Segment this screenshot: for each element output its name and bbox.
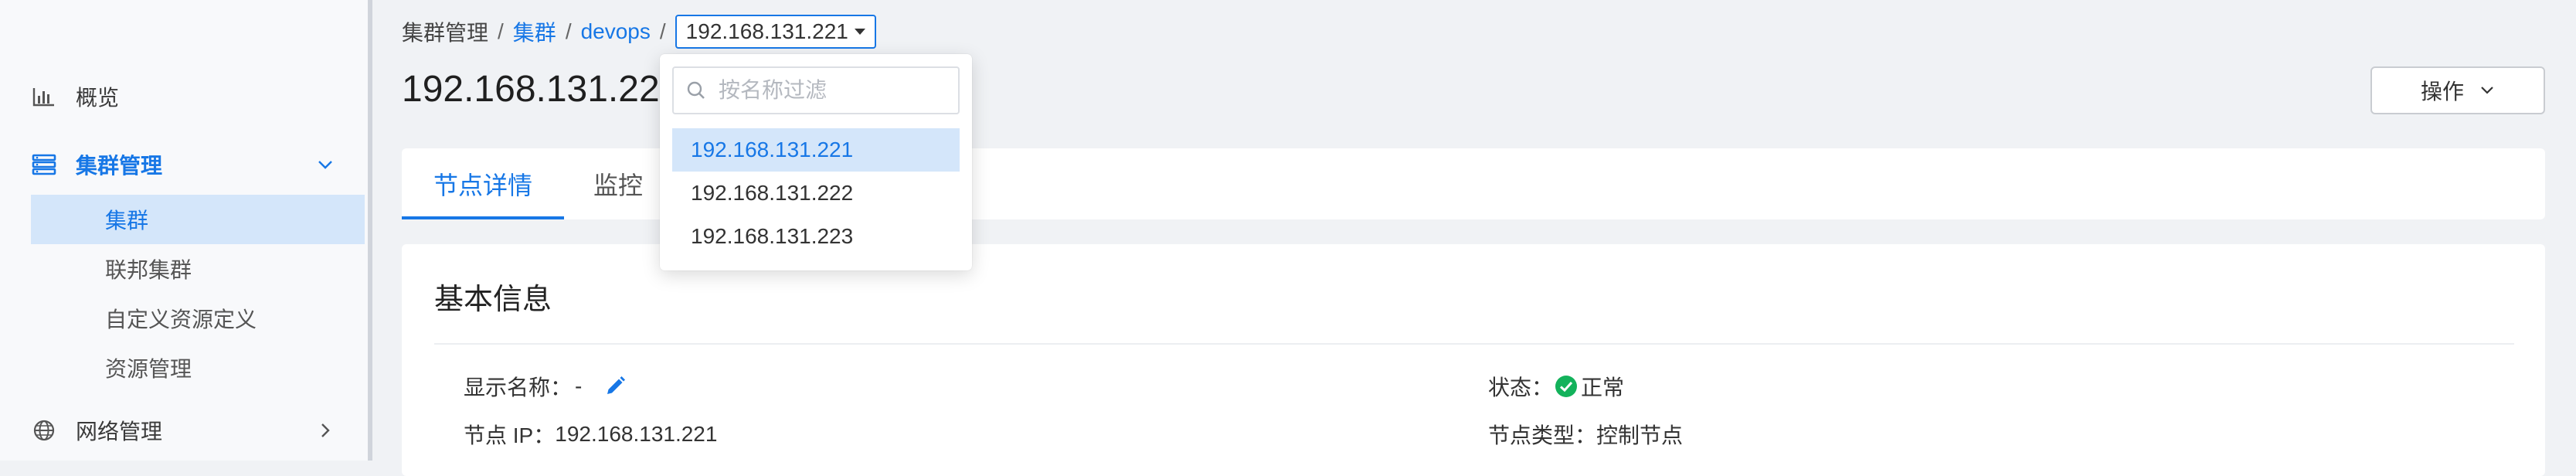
page-title: 192.168.131.221 (402, 69, 681, 110)
status-field: 状态： 正常 (1488, 371, 1624, 402)
bar-chart-icon (31, 83, 57, 110)
sidebar-item-overview[interactable]: 概览 (31, 71, 355, 122)
tab-monitoring[interactable]: 监控 (593, 148, 643, 219)
sidebar-item-label: 集群管理 (76, 154, 163, 178)
node-ip-label: 节点 IP： (464, 423, 556, 447)
sidebar-item-network-management[interactable]: 网络管理 (31, 405, 355, 456)
sidebar-item-cluster-management[interactable]: 集群管理 (31, 139, 355, 190)
edit-pencil-icon[interactable] (603, 375, 627, 398)
sidebar-item-label: 网络管理 (76, 420, 163, 444)
tab-node-details[interactable]: 节点详情 (402, 148, 564, 219)
basic-info-card: 基本信息 显示名称： - 节点 IP： 192.168.131.221 状态： … (402, 244, 2545, 476)
breadcrumb-separator: / (498, 19, 504, 43)
breadcrumb-root: 集群管理 (402, 21, 489, 45)
sidebar-item-label: 概览 (76, 86, 120, 110)
node-type-value: 控制节点 (1596, 423, 1684, 447)
server-stack-icon (31, 151, 57, 178)
chevron-right-icon[interactable] (314, 419, 337, 442)
actions-button-label: 操作 (2420, 80, 2464, 104)
caret-down-icon (854, 29, 865, 35)
search-icon (686, 80, 706, 100)
node-ip-value: 192.168.131.221 (555, 422, 718, 446)
section-title: 基本信息 (434, 284, 552, 316)
sidebar: 概览 集群管理 集群 联邦集群 自定义资源定义 资源管理 网络管理 (0, 0, 372, 461)
dropdown-option[interactable]: 192.168.131.221 (672, 128, 960, 172)
node-type-label: 节点类型： (1488, 423, 1597, 447)
divider (434, 343, 2514, 345)
sidebar-subitem-federated-cluster[interactable]: 联邦集群 (31, 244, 365, 294)
node-selector-value: 192.168.131.221 (685, 19, 848, 43)
node-dropdown-menu: 192.168.131.221 192.168.131.222 192.168.… (660, 54, 972, 270)
breadcrumb: 集群管理 / 集群 / devops / 192.168.131.221 (402, 14, 876, 49)
actions-button[interactable]: 操作 (2370, 66, 2545, 114)
node-type-field: 节点类型： 控制节点 (1488, 419, 1683, 450)
search-input[interactable] (717, 77, 936, 104)
chevron-down-icon[interactable] (314, 153, 337, 176)
node-ip-field: 节点 IP： 192.168.131.221 (464, 419, 717, 450)
status-label: 状态： (1488, 376, 1554, 400)
globe-icon (31, 417, 57, 444)
node-selector[interactable]: 192.168.131.221 (675, 15, 876, 49)
sidebar-subitem-crd[interactable]: 自定义资源定义 (31, 294, 365, 343)
chevron-down-icon (2479, 86, 2495, 95)
sidebar-subitem-cluster[interactable]: 集群 (31, 195, 365, 244)
dropdown-option[interactable]: 192.168.131.223 (672, 215, 960, 258)
dropdown-search[interactable] (672, 66, 960, 114)
display-name-label: 显示名称： (464, 376, 573, 400)
breadcrumb-separator: / (565, 19, 572, 43)
display-name-field: 显示名称： - (464, 371, 627, 402)
display-name-value: - (575, 374, 583, 398)
breadcrumb-cluster-link[interactable]: 集群 (513, 16, 556, 47)
breadcrumb-devops-link[interactable]: devops (581, 19, 651, 44)
breadcrumb-separator: / (659, 19, 666, 43)
check-circle-icon (1555, 375, 1578, 398)
status-value: 正常 (1581, 376, 1625, 400)
sidebar-subitem-resource-management[interactable]: 资源管理 (31, 343, 365, 393)
dropdown-option[interactable]: 192.168.131.222 (672, 172, 960, 215)
